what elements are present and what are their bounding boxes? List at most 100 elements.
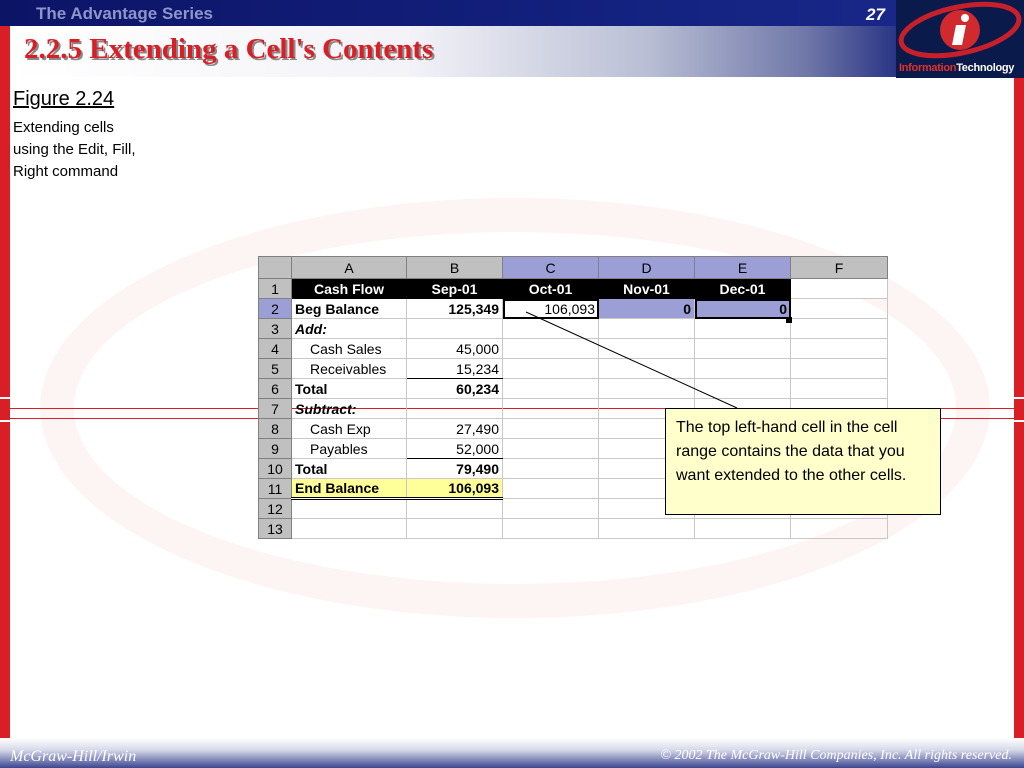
footer-band: McGraw-Hill/Irwin © 2002 The McGraw-Hill… bbox=[0, 738, 1024, 768]
rail-tick bbox=[1014, 420, 1024, 422]
cell-d3[interactable] bbox=[598, 318, 695, 339]
cell-b5[interactable]: 15,234 bbox=[406, 358, 503, 379]
cell-b8[interactable]: 27,490 bbox=[406, 418, 503, 439]
cell-d1[interactable]: Nov-01 bbox=[598, 278, 695, 299]
rail-tick bbox=[0, 420, 10, 422]
select-all-corner[interactable] bbox=[258, 256, 292, 279]
cell-a7[interactable]: Subtract: bbox=[291, 398, 407, 419]
cell-d2[interactable]: 0 bbox=[598, 298, 695, 319]
cell-f2[interactable] bbox=[790, 298, 888, 319]
cell-c9[interactable] bbox=[502, 438, 599, 459]
cell-c2-active[interactable]: 106,093 bbox=[502, 298, 599, 319]
column-header-c[interactable]: C bbox=[502, 256, 599, 279]
cell-a12[interactable] bbox=[291, 498, 407, 519]
row-header[interactable]: 7 bbox=[258, 398, 292, 419]
logo-text: InformationTechnology bbox=[899, 62, 1014, 74]
figure-title: Figure 2.24 bbox=[13, 88, 115, 110]
cell-e13[interactable] bbox=[694, 518, 791, 539]
row-header[interactable]: 3 bbox=[258, 318, 292, 339]
cell-b3[interactable] bbox=[406, 318, 503, 339]
cell-a13[interactable] bbox=[291, 518, 407, 539]
figure-description: Extending cells using the Edit, Fill, Ri… bbox=[13, 119, 136, 180]
cell-f3[interactable] bbox=[790, 318, 888, 339]
series-title: The Advantage Series bbox=[36, 4, 213, 23]
copyright-notice: © 2002 The McGraw-Hill Companies, Inc. A… bbox=[660, 748, 1012, 763]
row-header[interactable]: 11 bbox=[258, 478, 292, 499]
row-header[interactable]: 13 bbox=[258, 518, 292, 539]
logo-text-information: Information bbox=[899, 62, 957, 74]
cell-d13[interactable] bbox=[598, 518, 695, 539]
cell-b6[interactable]: 60,234 bbox=[406, 378, 503, 399]
cell-b13[interactable] bbox=[406, 518, 503, 539]
publisher-name: McGraw-Hill/Irwin bbox=[10, 748, 137, 765]
cell-a4[interactable]: Cash Sales bbox=[291, 338, 407, 359]
cell-f1[interactable] bbox=[790, 278, 888, 299]
cell-c3[interactable] bbox=[502, 318, 599, 339]
cell-b10[interactable]: 79,490 bbox=[406, 458, 503, 479]
column-header-f[interactable]: F bbox=[790, 256, 888, 279]
cell-c12[interactable] bbox=[502, 498, 599, 519]
information-technology-logo: InformationTechnology bbox=[896, 0, 1024, 78]
cell-e5[interactable] bbox=[694, 358, 791, 379]
cell-c8[interactable] bbox=[502, 418, 599, 439]
column-header-a[interactable]: A bbox=[291, 256, 407, 279]
cell-c13[interactable] bbox=[502, 518, 599, 539]
cell-d4[interactable] bbox=[598, 338, 695, 359]
cell-c11[interactable] bbox=[502, 478, 599, 499]
row-header[interactable]: 1 bbox=[258, 278, 292, 299]
row-header[interactable]: 2 bbox=[258, 298, 292, 319]
cell-c6[interactable] bbox=[502, 378, 599, 399]
cell-c1[interactable]: Oct-01 bbox=[502, 278, 599, 299]
cell-a3[interactable]: Add: bbox=[291, 318, 407, 339]
rail-tick bbox=[0, 397, 10, 399]
row-header[interactable]: 4 bbox=[258, 338, 292, 359]
cell-c10[interactable] bbox=[502, 458, 599, 479]
cell-a10[interactable]: Total bbox=[291, 458, 407, 479]
callout-note: The top left-hand cell in the cell range… bbox=[665, 408, 941, 515]
cell-a9[interactable]: Payables bbox=[291, 438, 407, 459]
cell-e4[interactable] bbox=[694, 338, 791, 359]
slide-number: 27 bbox=[866, 5, 885, 24]
cell-c5[interactable] bbox=[502, 358, 599, 379]
row-header[interactable]: 8 bbox=[258, 418, 292, 439]
row-header[interactable]: 12 bbox=[258, 498, 292, 519]
cell-e1[interactable]: Dec-01 bbox=[694, 278, 791, 299]
cell-b12[interactable] bbox=[406, 498, 503, 519]
cell-d5[interactable] bbox=[598, 358, 695, 379]
cell-c7[interactable] bbox=[502, 398, 599, 419]
cell-a6[interactable]: Total bbox=[291, 378, 407, 399]
information-technology-logo-icon bbox=[898, 1, 1022, 59]
logo-text-technology: Technology bbox=[956, 62, 1015, 74]
rail-tick bbox=[1014, 397, 1024, 399]
left-red-rail bbox=[0, 0, 10, 768]
fill-handle[interactable] bbox=[786, 317, 792, 323]
row-header[interactable]: 6 bbox=[258, 378, 292, 399]
cell-e2[interactable]: 0 bbox=[694, 298, 791, 319]
cell-f5[interactable] bbox=[790, 358, 888, 379]
column-header-e[interactable]: E bbox=[694, 256, 791, 279]
cell-f4[interactable] bbox=[790, 338, 888, 359]
row-header[interactable]: 10 bbox=[258, 458, 292, 479]
row-header[interactable]: 9 bbox=[258, 438, 292, 459]
cell-b1[interactable]: Sep-01 bbox=[406, 278, 503, 299]
right-red-rail bbox=[1014, 0, 1024, 768]
cell-a1[interactable]: Cash Flow bbox=[291, 278, 407, 299]
cell-b4[interactable]: 45,000 bbox=[406, 338, 503, 359]
row-header[interactable]: 5 bbox=[258, 358, 292, 379]
cell-f13[interactable] bbox=[790, 518, 888, 539]
cell-e3[interactable] bbox=[694, 318, 791, 339]
cell-b11[interactable]: 106,093 bbox=[406, 478, 503, 500]
cell-c4[interactable] bbox=[502, 338, 599, 359]
cell-b7[interactable] bbox=[406, 398, 503, 419]
cell-f6[interactable] bbox=[790, 378, 888, 399]
cell-a5[interactable]: Receivables bbox=[291, 358, 407, 379]
cell-a8[interactable]: Cash Exp bbox=[291, 418, 407, 439]
column-header-b[interactable]: B bbox=[406, 256, 503, 279]
cell-b9[interactable]: 52,000 bbox=[406, 438, 503, 459]
cell-a11[interactable]: End Balance bbox=[291, 478, 407, 500]
cell-b2[interactable]: 125,349 bbox=[406, 298, 503, 319]
cell-d6[interactable] bbox=[598, 378, 695, 399]
column-header-d[interactable]: D bbox=[598, 256, 695, 279]
cell-a2[interactable]: Beg Balance bbox=[291, 298, 407, 319]
cell-e6[interactable] bbox=[694, 378, 791, 399]
